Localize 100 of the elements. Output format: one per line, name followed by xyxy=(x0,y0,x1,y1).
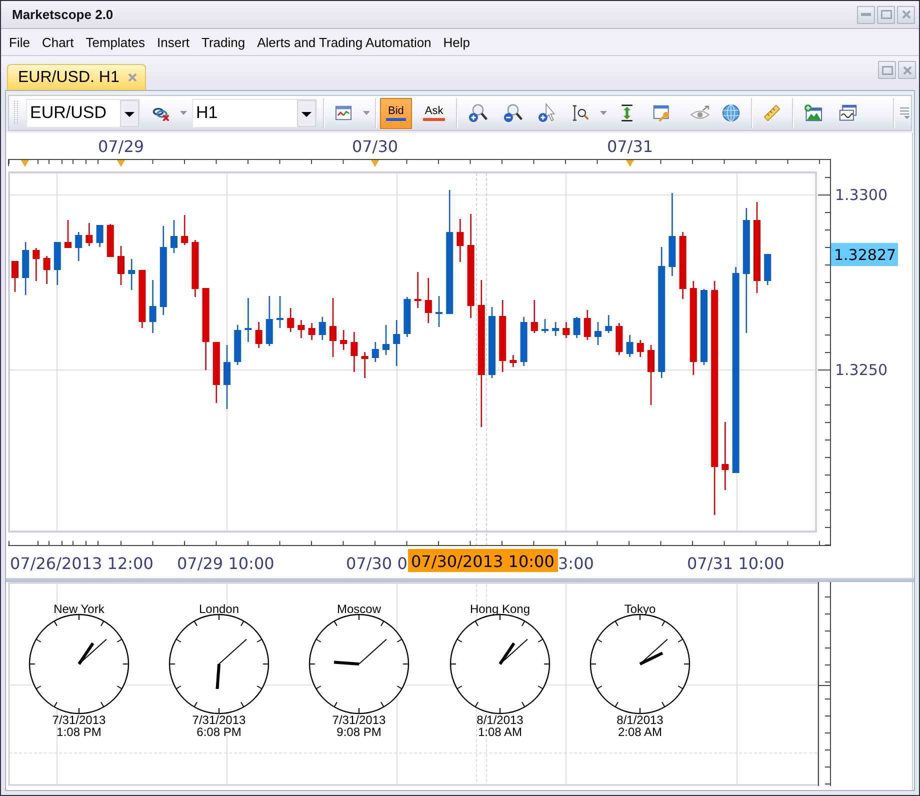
price-mode-toggle[interactable]: Bid xyxy=(380,98,412,128)
menu-item[interactable]: Insert xyxy=(151,32,196,52)
candlestick xyxy=(648,345,654,405)
zoom-in-icon[interactable] xyxy=(468,103,488,123)
price-mode-toggle[interactable]: Ask xyxy=(416,98,452,128)
candlestick xyxy=(64,220,72,248)
line-chart-icon[interactable] xyxy=(335,105,352,121)
menu-item[interactable]: Chart xyxy=(36,32,80,52)
cursor-time-tag: 07/30/2013 10:00 xyxy=(408,549,558,572)
caret-icon[interactable] xyxy=(180,111,187,115)
candlestick xyxy=(562,322,570,338)
candlestick xyxy=(308,323,316,340)
time-marker-icon xyxy=(371,160,379,167)
candlestick xyxy=(584,310,591,340)
candlestick xyxy=(75,232,82,261)
close-button[interactable] xyxy=(898,61,916,79)
window-key-icon[interactable] xyxy=(653,104,672,122)
cursor-plus-icon[interactable] xyxy=(538,103,556,123)
clock-date: 7/31/2013 xyxy=(332,713,386,727)
candlestick xyxy=(54,242,61,285)
close-icon[interactable] xyxy=(128,73,138,82)
city-label: London xyxy=(198,602,240,616)
candlestick xyxy=(192,240,199,297)
candlestick xyxy=(393,320,400,366)
ruler-icon[interactable] xyxy=(763,104,782,122)
zoom-out-icon[interactable] xyxy=(503,103,524,123)
clock-time: 2:08 AM xyxy=(618,725,662,739)
candlestick xyxy=(287,308,294,332)
maximize-icon xyxy=(882,66,892,74)
candlestick xyxy=(106,224,114,257)
menu-item[interactable]: Help xyxy=(437,32,476,52)
candlestick xyxy=(212,342,220,403)
time-label: 07/30 0 xyxy=(346,554,408,573)
candlestick xyxy=(594,322,602,345)
candlestick xyxy=(128,259,136,290)
caret-icon[interactable] xyxy=(600,111,608,115)
candlestick xyxy=(86,223,93,246)
candlestick xyxy=(350,332,358,372)
price-label: 1.3300 xyxy=(835,186,888,204)
candlestick xyxy=(330,298,336,357)
candlestick xyxy=(542,319,548,333)
candlestick xyxy=(224,345,230,409)
candlestick xyxy=(32,248,40,281)
close-button[interactable] xyxy=(897,6,915,24)
candlestick xyxy=(436,296,442,327)
candlestick xyxy=(181,215,188,245)
candlestick xyxy=(12,261,18,292)
candlestick xyxy=(520,317,528,366)
clock-time: 1:08 PM xyxy=(56,725,102,739)
window-title: Marketscope 2.0 xyxy=(12,7,114,22)
candlestick xyxy=(276,296,284,328)
menu-item[interactable]: Trading xyxy=(196,32,252,52)
date-label: 07/29 xyxy=(98,137,144,156)
candlestick xyxy=(138,270,146,328)
candlestick xyxy=(234,325,242,365)
candlestick xyxy=(605,315,612,333)
globe-icon[interactable] xyxy=(722,104,740,122)
time-label: 07/29 10:00 xyxy=(177,554,274,573)
date-label: 07/30 xyxy=(352,137,398,156)
chain-cross-icon[interactable] xyxy=(152,106,170,120)
candlestick xyxy=(22,242,30,295)
city-label: Tokyo xyxy=(624,602,656,616)
menu-item[interactable]: Alerts and Trading Automation xyxy=(251,32,438,52)
candlestick xyxy=(424,278,432,323)
menu-item[interactable]: File xyxy=(3,32,36,52)
eye-icon[interactable] xyxy=(690,105,710,121)
candlestick xyxy=(679,232,686,299)
grip-handle[interactable] xyxy=(13,101,19,125)
close-icon xyxy=(902,66,912,74)
city-label: New York xyxy=(54,602,104,616)
add-image-icon[interactable] xyxy=(804,104,822,122)
restore-button[interactable] xyxy=(878,61,896,79)
candlestick xyxy=(636,340,644,357)
symbol-select[interactable]: EUR/USD xyxy=(26,98,140,128)
time-label: 07/31 10:00 xyxy=(687,554,784,573)
candlestick xyxy=(298,320,305,338)
document-tab[interactable]: EUR/USD. H1 xyxy=(7,64,146,90)
candlestick xyxy=(499,300,506,372)
maximize-button[interactable] xyxy=(877,6,895,24)
time-marker-icon xyxy=(626,160,634,167)
candlestick xyxy=(266,296,273,346)
candlestick xyxy=(244,298,252,342)
candlestick xyxy=(340,330,348,350)
caret-icon[interactable] xyxy=(363,111,370,115)
clock-date: 7/31/2013 xyxy=(192,713,246,727)
timeframe-select[interactable]: H1 xyxy=(192,98,317,128)
maximize-icon xyxy=(880,10,892,19)
clock-time: 1:08 AM xyxy=(478,725,522,739)
menu-item[interactable]: Templates xyxy=(80,32,151,52)
time-label: 3:00 xyxy=(558,554,594,573)
chart-window-icon[interactable] xyxy=(839,104,858,122)
candlestick xyxy=(361,352,368,378)
candlestick xyxy=(414,272,422,308)
price-label: 1.3250 xyxy=(835,361,888,379)
candlestick xyxy=(530,300,538,333)
date-label: 07/31 xyxy=(606,137,654,156)
minimize-button[interactable] xyxy=(857,6,875,24)
zoom-range-icon[interactable] xyxy=(572,104,590,122)
candlestick xyxy=(626,335,634,357)
overflow-menu-icon[interactable] xyxy=(900,106,910,120)
